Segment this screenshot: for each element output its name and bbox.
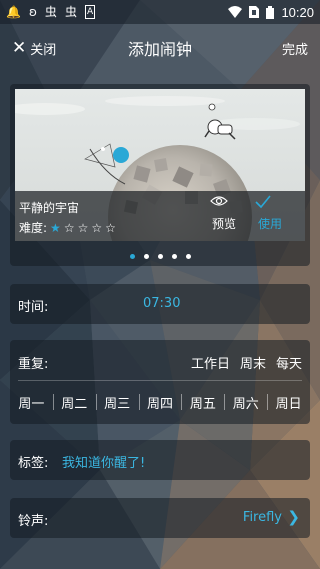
preview-label: 预览 (211, 217, 236, 231)
repeat-setting-row: 重复: 工作日 周末 每天 周一 周二 周三 周四 周五 周六 周日 (10, 340, 310, 424)
page-dot[interactable] (143, 254, 149, 259)
weekday-friday[interactable]: 周五 (181, 393, 224, 412)
checkmark-icon (255, 195, 271, 209)
preset-workdays-button[interactable]: 工作日 (191, 353, 230, 372)
repeat-label: 重复: (18, 357, 49, 372)
preview-button[interactable]: 预览 (210, 195, 238, 232)
chevron-right-icon: ❯ (287, 508, 300, 526)
app-icon: ʚ (28, 5, 37, 19)
use-label: 使用 (257, 217, 282, 231)
sound-value: Firefly (242, 510, 282, 525)
weekday-saturday[interactable]: 周六 (224, 393, 267, 412)
carousel-page-indicator (10, 254, 310, 259)
ringtone-name: 平静的宇宙 (19, 201, 80, 215)
ringtone-artwork: 平静的宇宙 难度: ★ ☆ ☆ ☆ ☆ 预览 使用 (15, 89, 305, 241)
weekday-tuesday[interactable]: 周二 (52, 393, 96, 412)
difficulty-label: 难度: (19, 221, 48, 235)
weekday-sunday[interactable]: 周日 (267, 393, 310, 412)
star-empty-icon: ☆ (63, 220, 75, 235)
page-dot[interactable] (185, 254, 191, 259)
close-icon: ✕ (12, 37, 27, 58)
close-button[interactable]: ✕ 关闭 (12, 39, 56, 58)
weekday-monday[interactable]: 周一 (10, 393, 53, 412)
no-sim-icon (249, 6, 260, 18)
time-setting-row[interactable]: 时间: 07:30 (10, 284, 310, 324)
close-label: 关闭 (30, 42, 57, 58)
tag-label: 标签: (18, 456, 49, 471)
weekday-selector: 周一 周二 周三 周四 周五 周六 周日 (10, 384, 310, 420)
done-button[interactable]: 完成 (282, 39, 308, 58)
divider (18, 380, 302, 381)
preset-weekend-button[interactable]: 周末 (240, 353, 266, 372)
status-time: 10:20 (281, 4, 314, 20)
ringtone-carousel[interactable]: 平静的宇宙 难度: ★ ☆ ☆ ☆ ☆ 预览 使用 (10, 84, 310, 266)
use-button[interactable]: 使用 (255, 195, 285, 232)
star-empty-icon: ☆ (77, 220, 89, 235)
tag-setting-row[interactable]: 标签: 我知道你醒了! (10, 440, 310, 480)
wifi-icon (228, 6, 243, 18)
battery-icon (266, 5, 275, 19)
page-dot-active[interactable] (129, 254, 135, 259)
repeat-presets: 工作日 周末 每天 (191, 353, 302, 372)
star-empty-icon: ☆ (105, 220, 116, 235)
tag-value[interactable]: 我知道你醒了! (62, 452, 145, 471)
time-label: 时间: (18, 300, 49, 315)
page-dot[interactable] (171, 254, 177, 259)
weekday-wednesday[interactable]: 周三 (95, 393, 139, 412)
ringtone-info-overlay: 平静的宇宙 难度: ★ ☆ ☆ ☆ ☆ 预览 使用 (15, 191, 305, 241)
difficulty-rating: 难度: ★ ☆ ☆ ☆ ☆ (19, 219, 116, 236)
star-empty-icon: ☆ (91, 220, 103, 235)
top-bar: ✕ 关闭 添加闹钟 完成 (0, 24, 320, 72)
app-icon: 虫 (44, 5, 57, 19)
sound-setting-row[interactable]: 铃声: Firefly ❯ (10, 498, 310, 538)
weekday-thursday[interactable]: 周四 (138, 393, 182, 412)
status-bar: 🔔 ʚ 虫 虫 A 10:20 (0, 0, 320, 24)
text-a-icon: A (84, 5, 96, 19)
time-value[interactable]: 07:30 (143, 296, 180, 311)
app-icon: 虫 (64, 5, 77, 19)
star-filled-icon: ★ (50, 220, 61, 235)
preset-everyday-button[interactable]: 每天 (276, 353, 302, 372)
sound-label: 铃声: (18, 514, 49, 529)
bell-icon: 🔔 (6, 5, 21, 19)
page-dot[interactable] (157, 254, 163, 259)
eye-icon (210, 196, 228, 206)
